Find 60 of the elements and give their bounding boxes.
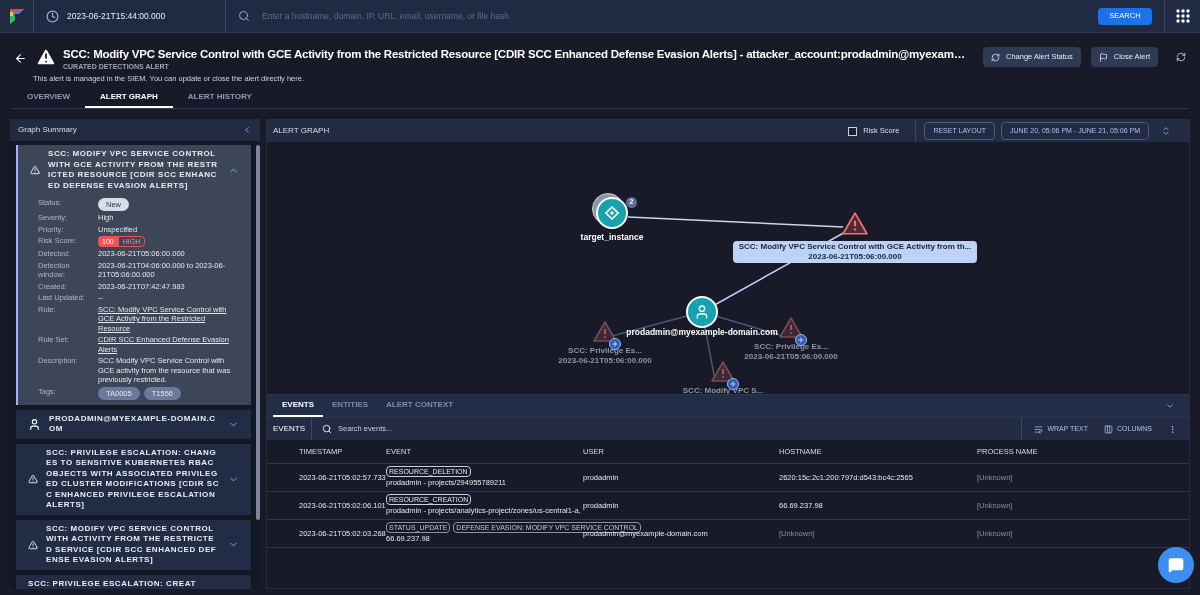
summary-card[interactable]: SCC: MODIFY VPC SERVICE CONTROL WITH ACTIVITY FROM THE RESTRICTED SERVICE [CDIR SCC ENHANCED DEFENSE EVASION ALERTS] bbox=[16, 519, 251, 570]
node-label: target_instance bbox=[580, 231, 644, 244]
node-label: SCC: Privilege Es... 2023-06-21T05:06:00.000 bbox=[558, 346, 652, 366]
page-tab[interactable]: ALERT GRAPH bbox=[85, 87, 173, 108]
panel-title: Graph Summary bbox=[18, 124, 77, 136]
node-label: SCC: Modify VPC Service Control with GCE Activity from th... 2023-06-21T05:06:00.000 bbox=[732, 241, 978, 263]
user-node[interactable] bbox=[686, 296, 718, 328]
alert-node bbox=[593, 320, 617, 344]
node-label: SCC: Privilege Es... 2023-06-21T05:06:00.000 bbox=[744, 342, 838, 362]
diamond-icon bbox=[605, 206, 619, 220]
more-icon[interactable] bbox=[1168, 424, 1177, 434]
flag-icon bbox=[1098, 52, 1108, 62]
warning-icon bbox=[35, 46, 57, 68]
expand-icon[interactable] bbox=[727, 378, 739, 390]
apps-grid-icon[interactable] bbox=[1175, 9, 1190, 23]
user-icon bbox=[28, 417, 41, 431]
warning-icon bbox=[28, 539, 38, 550]
back-arrow-icon[interactable] bbox=[14, 52, 27, 65]
page-tab[interactable]: OVERVIEW bbox=[12, 87, 85, 108]
expand-collapse-icon[interactable] bbox=[1161, 126, 1171, 136]
summary-card[interactable]: PRODADMIN@MYEXAMPLE-DOMAIN.COM bbox=[16, 409, 251, 439]
scrollbar-thumb[interactable] bbox=[256, 145, 260, 520]
time-value[interactable]: 2023-06-21T15:44:00.000 bbox=[67, 9, 166, 23]
columns-icon bbox=[1104, 424, 1113, 434]
expand-icon[interactable] bbox=[609, 338, 621, 350]
search-icon bbox=[238, 10, 250, 22]
search-field[interactable]: Enter a hostname, domain, IP, URL, email, username, or file hash bbox=[262, 9, 1086, 23]
asset-node[interactable] bbox=[596, 197, 628, 229]
alert-node bbox=[779, 316, 803, 340]
summary-card[interactable]: SCC: PRIVILEGE ESCALATION: CREAT bbox=[16, 574, 251, 589]
summary-card[interactable]: SCC: PRIVILEGE ESCALATION: CHANGES TO SENSITIVE KUBERNETES RBAC OBJECTS WITH ASSOCIATED PRIVILEGED CLUSTER MODIFICATIONS [CDIR SCC ENHANCED PRIVILEGE ESCALATION ALERTS] bbox=[16, 443, 251, 515]
risk-score-checkbox[interactable] bbox=[848, 126, 858, 136]
node-label: prodadmin@myexample-domain.com bbox=[626, 326, 778, 339]
collapse-icon[interactable] bbox=[242, 125, 252, 135]
refresh-icon bbox=[991, 52, 1000, 62]
summary-title: SCC: PRIVILEGE ESCALATION: CREAT bbox=[28, 578, 197, 589]
summary-card[interactable] bbox=[16, 145, 251, 405]
summary-title: SCC: MODIFY VPC SERVICE CONTROL WITH GCE ACTIVITY FROM THE RESTRICTED RESOURCE [CDIR SCC ENHANCED DEFENSE EVASION ALERTS] bbox=[48, 149, 219, 191]
page-tab[interactable]: ALERT HISTORY bbox=[172, 87, 267, 108]
user-icon bbox=[694, 304, 710, 320]
chat-icon bbox=[1168, 557, 1184, 573]
alert-node bbox=[842, 211, 868, 237]
summary-title: PRODADMIN@MYEXAMPLE-DOMAIN.COM bbox=[49, 413, 217, 435]
panel-title: ALERT GRAPH bbox=[273, 125, 331, 137]
logo-icon[interactable] bbox=[8, 7, 25, 25]
search-icon bbox=[322, 424, 332, 434]
events-tab[interactable]: ALERT CONTEXT bbox=[377, 395, 463, 417]
refresh-icon[interactable] bbox=[1176, 52, 1186, 62]
summary-title: SCC: PRIVILEGE ESCALATION: CHANGES TO SENSITIVE KUBERNETES RBAC OBJECTS WITH ASSOCIATED PRIVILEGED CLUSTER MODIFICATIONS [CDIR SCC ENHANCED PRIVILEGE ESCALATION ALERTS] bbox=[46, 447, 220, 511]
warning-icon bbox=[30, 165, 40, 175]
summary-title: SCC: MODIFY VPC SERVICE CONTROL WITH ACTIVITY FROM THE RESTRICTED SERVICE [CDIR SCC ENHANCED DEFENSE EVASION ALERTS] bbox=[46, 523, 218, 566]
clock-icon bbox=[46, 9, 59, 23]
node-label: SCC: Modify VPC S... bbox=[682, 386, 764, 394]
alert-node bbox=[711, 360, 735, 384]
wrap-text-icon bbox=[1034, 424, 1044, 434]
expand-icon[interactable] bbox=[795, 334, 807, 346]
alert-title: SCC: Modify VPC Service Control with GCE Activity from the Restricted Resource [CDIR SCC Enhanced Defense Evasion Alerts] - attacker_account:prodadmin@myexam… bbox=[63, 47, 965, 62]
collapse-icon[interactable] bbox=[1165, 401, 1175, 411]
events-tab[interactable]: ENTITIES bbox=[323, 395, 378, 417]
warning-icon bbox=[28, 474, 38, 484]
